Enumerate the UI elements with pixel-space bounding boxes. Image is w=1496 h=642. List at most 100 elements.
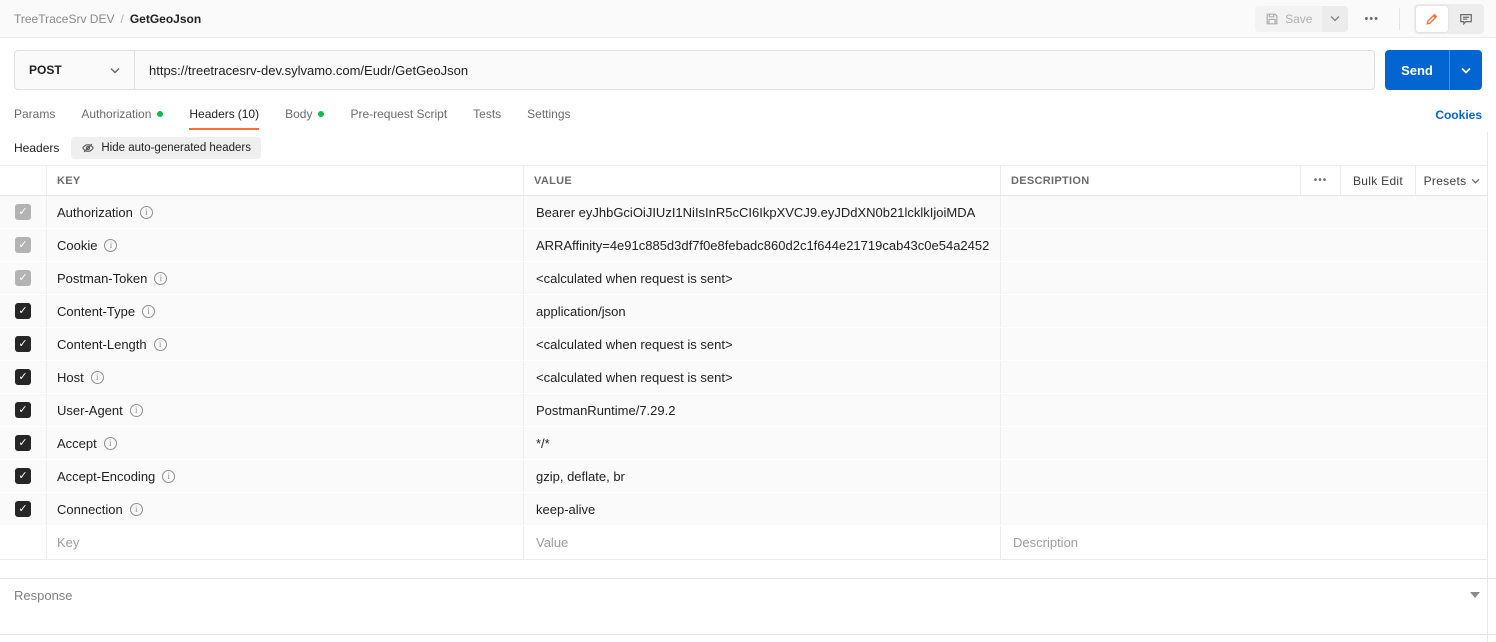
key-cell[interactable]: User-Agent xyxy=(46,394,523,426)
header-key: Postman-Token xyxy=(57,271,147,286)
table-more-button[interactable]: ••• xyxy=(1300,166,1340,195)
description-column-header: DESCRIPTION xyxy=(1000,166,1300,195)
row-checkbox[interactable] xyxy=(15,369,31,385)
description-cell[interactable] xyxy=(1000,493,1488,525)
row-checkbox[interactable] xyxy=(15,336,31,352)
save-button[interactable]: Save xyxy=(1255,6,1322,32)
tab-params[interactable]: Params xyxy=(14,100,55,130)
description-cell[interactable] xyxy=(1000,229,1488,261)
row-checkbox[interactable] xyxy=(15,270,31,286)
eye-off-icon xyxy=(81,141,95,155)
key-cell[interactable]: Connection xyxy=(46,493,523,525)
row-checkbox[interactable] xyxy=(15,501,31,517)
response-section: Response xyxy=(0,578,1496,635)
value-cell[interactable]: <calculated when request is sent> xyxy=(523,328,1000,360)
comments-button[interactable] xyxy=(1450,6,1482,32)
key-cell[interactable]: Content-Type xyxy=(46,295,523,327)
description-cell[interactable] xyxy=(1000,328,1488,360)
row-checkbox[interactable] xyxy=(15,435,31,451)
send-options-button[interactable] xyxy=(1449,50,1482,90)
row-checkbox[interactable] xyxy=(15,402,31,418)
green-dot-icon xyxy=(157,111,163,117)
save-button-label: Save xyxy=(1285,12,1312,26)
header-key: Connection xyxy=(57,502,123,517)
key-cell[interactable]: Accept xyxy=(46,427,523,459)
tab-label: Authorization xyxy=(81,107,151,121)
description-cell[interactable] xyxy=(1000,460,1488,492)
url-input[interactable]: https://treetracesrv-dev.sylvamo.com/Eud… xyxy=(135,51,1374,89)
key-cell[interactable]: Cookie xyxy=(46,229,523,261)
description-cell[interactable] xyxy=(1000,196,1488,228)
description-cell[interactable] xyxy=(1000,295,1488,327)
value-cell[interactable]: application/json xyxy=(523,295,1000,327)
key-cell[interactable]: Content-Length xyxy=(46,328,523,360)
description-cell[interactable] xyxy=(1000,262,1488,294)
checkbox-cell xyxy=(0,262,46,294)
value-cell[interactable]: */* xyxy=(523,427,1000,459)
green-dot-icon xyxy=(318,111,324,117)
edit-request-button[interactable] xyxy=(1416,6,1448,32)
new-description-input[interactable]: Description xyxy=(1000,526,1488,559)
send-button[interactable]: Send xyxy=(1385,50,1449,90)
info-icon xyxy=(104,239,117,252)
chevron-down-icon xyxy=(1471,178,1480,184)
tab-settings[interactable]: Settings xyxy=(527,100,570,130)
method-label: POST xyxy=(29,63,62,77)
bulk-edit-button[interactable]: Bulk Edit xyxy=(1340,166,1415,195)
content-right-border xyxy=(1487,132,1488,642)
info-icon xyxy=(130,404,143,417)
table-row: Content-Type application/json xyxy=(0,295,1488,328)
key-column-header: KEY xyxy=(46,166,523,195)
key-cell[interactable]: Authorization xyxy=(46,196,523,228)
tab-tests[interactable]: Tests xyxy=(473,100,501,130)
cookies-link[interactable]: Cookies xyxy=(1435,100,1482,130)
key-cell[interactable]: Host xyxy=(46,361,523,393)
presets-dropdown[interactable]: Presets xyxy=(1415,166,1488,195)
breadcrumb-request-name[interactable]: GetGeoJson xyxy=(130,12,201,26)
description-cell[interactable] xyxy=(1000,361,1488,393)
save-options-button[interactable] xyxy=(1322,6,1348,32)
info-icon xyxy=(142,305,155,318)
info-icon xyxy=(91,371,104,384)
checkbox-cell xyxy=(0,460,46,492)
breadcrumb-collection[interactable]: TreeTraceSrv DEV xyxy=(14,12,114,26)
row-checkbox[interactable] xyxy=(15,468,31,484)
table-row: Cookie ARRAffinity=4e91c885d3df7f0e8feba… xyxy=(0,229,1488,262)
tab-authorization[interactable]: Authorization xyxy=(81,100,163,130)
tab-label: Tests xyxy=(473,107,501,121)
value-cell[interactable]: ARRAffinity=4e91c885d3df7f0e8febadc860d2… xyxy=(523,229,1000,261)
row-checkbox[interactable] xyxy=(15,237,31,253)
more-actions-button[interactable]: ••• xyxy=(1358,9,1385,29)
table-row: Connection keep-alive xyxy=(0,493,1488,526)
value-cell[interactable]: gzip, deflate, br xyxy=(523,460,1000,492)
row-checkbox[interactable] xyxy=(15,303,31,319)
hide-autogenerated-toggle[interactable]: Hide auto-generated headers xyxy=(71,137,261,159)
toolbar-divider xyxy=(1399,8,1400,30)
row-checkbox[interactable] xyxy=(15,204,31,220)
tab-body[interactable]: Body xyxy=(285,100,324,130)
value-cell[interactable]: Bearer eyJhbGciOiJIUzI1NiIsInR5cCI6IkpXV… xyxy=(523,196,1000,228)
url-box: POST https://treetracesrv-dev.sylvamo.co… xyxy=(14,50,1375,90)
key-cell[interactable]: Accept-Encoding xyxy=(46,460,523,492)
value-cell[interactable]: keep-alive xyxy=(523,493,1000,525)
tab-pre-request-script[interactable]: Pre-request Script xyxy=(350,100,447,130)
collapse-response-icon[interactable] xyxy=(1470,592,1480,598)
save-button-group: Save xyxy=(1255,6,1348,32)
chevron-down-icon xyxy=(1330,15,1340,22)
new-value-input[interactable]: Value xyxy=(523,526,1000,559)
header-key: Cookie xyxy=(57,238,97,253)
checkbox-cell xyxy=(0,196,46,228)
checkbox-cell xyxy=(0,295,46,327)
description-cell[interactable] xyxy=(1000,427,1488,459)
value-cell[interactable]: <calculated when request is sent> xyxy=(523,262,1000,294)
method-selector[interactable]: POST xyxy=(15,51,135,89)
value-cell[interactable]: PostmanRuntime/7.29.2 xyxy=(523,394,1000,426)
value-cell[interactable]: <calculated when request is sent> xyxy=(523,361,1000,393)
key-cell[interactable]: Postman-Token xyxy=(46,262,523,294)
info-icon xyxy=(130,503,143,516)
new-key-input[interactable]: Key xyxy=(46,526,523,559)
checkbox-cell xyxy=(0,526,46,559)
tab-headers[interactable]: Headers (10) xyxy=(189,100,259,130)
request-tabs: Params Authorization Headers (10) Body P… xyxy=(0,100,1496,130)
description-cell[interactable] xyxy=(1000,394,1488,426)
